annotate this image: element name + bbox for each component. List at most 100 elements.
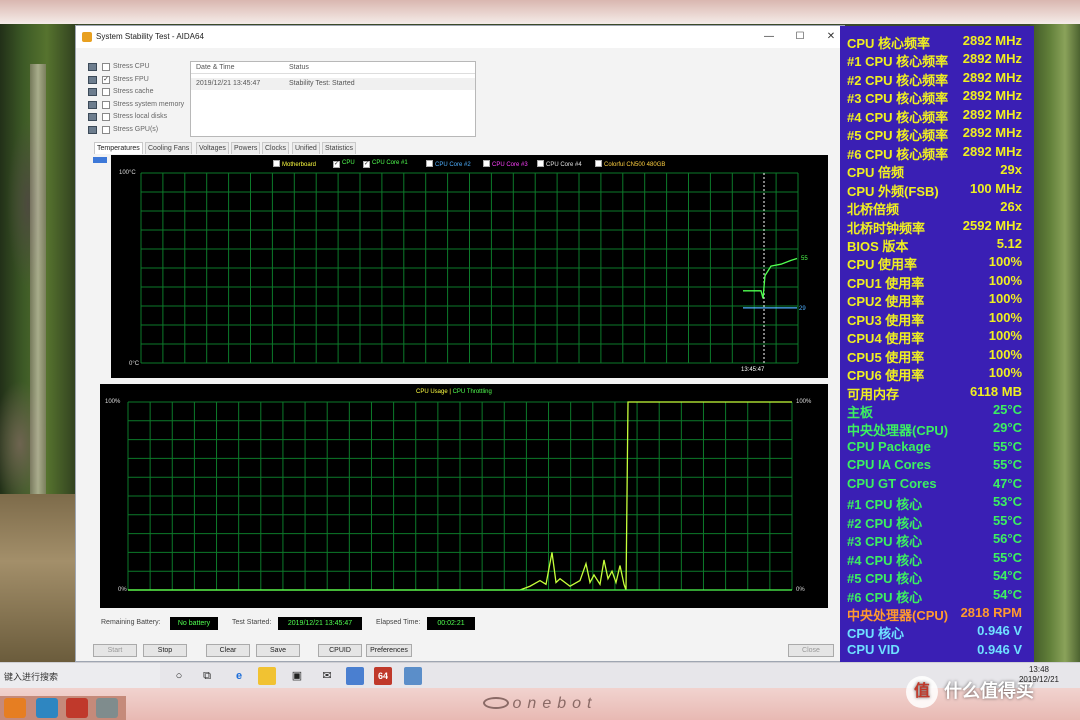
stress-checkbox[interactable] bbox=[102, 63, 110, 71]
tab-statistics[interactable]: Statistics bbox=[322, 142, 357, 154]
tab-unified[interactable]: Unified bbox=[292, 142, 320, 154]
stress-option-label: Stress GPU(s) bbox=[113, 125, 159, 133]
sensor-row: CPU 倍频 29x bbox=[840, 160, 1034, 180]
sensor-value: 0.946 V bbox=[977, 623, 1022, 639]
sensor-row: 中央处理器(CPU) 2818 RPM bbox=[840, 603, 1034, 623]
start-button[interactable]: Start bbox=[93, 644, 137, 657]
sensor-value: 29x bbox=[1000, 162, 1022, 178]
sensor-row: CPU 外频(FSB) 100 MHz bbox=[840, 179, 1034, 199]
clear-button[interactable]: Clear bbox=[206, 644, 250, 657]
close-window-button[interactable]: ✕ bbox=[821, 29, 841, 45]
sensor-row: #6 CPU 核心频率 2892 MHz bbox=[840, 142, 1034, 162]
sensor-row: CPU1 使用率 100% bbox=[840, 271, 1034, 291]
task-switch-icon[interactable]: ⧉ bbox=[198, 667, 216, 685]
usage-axis-max: 100% bbox=[105, 399, 121, 405]
task-view-icon[interactable]: ○ bbox=[170, 667, 188, 685]
stress-option[interactable]: Stress cache bbox=[88, 87, 192, 99]
aida64-taskbar-icon[interactable]: 64 bbox=[374, 667, 392, 685]
watermark-text: 什么值得买 bbox=[944, 680, 1034, 701]
sensor-row: 可用内存 6118 MB bbox=[840, 382, 1034, 402]
progress-indicator bbox=[93, 157, 107, 163]
title-bar[interactable]: System Stability Test - AIDA64 — ☐ ✕ bbox=[76, 26, 844, 48]
sensor-row: #1 CPU 核心频率 2892 MHz bbox=[840, 49, 1034, 69]
sensor-row: CPU 核心频率 2892 MHz bbox=[840, 31, 1034, 51]
sensor-row: CPU2 使用率 100% bbox=[840, 289, 1034, 309]
mail-icon[interactable]: ✉ bbox=[318, 667, 336, 685]
clock-time: 13:48 bbox=[1028, 665, 1050, 674]
stress-checkbox[interactable]: ✓ bbox=[102, 75, 110, 84]
sensor-row: 北桥倍频 26x bbox=[840, 197, 1034, 217]
save-button[interactable]: Save bbox=[256, 644, 300, 657]
sensor-value: 2892 MHz bbox=[962, 125, 1022, 141]
bezel-brand-text: onebot bbox=[512, 695, 598, 712]
status-table: Date & Time Status 2019/12/21 13:45:47 S… bbox=[190, 61, 476, 137]
tab-voltages[interactable]: Voltages bbox=[196, 142, 229, 154]
stress-option-label: Stress FPU bbox=[113, 75, 149, 83]
app-icon[interactable] bbox=[346, 667, 364, 685]
minimize-button[interactable]: — bbox=[759, 29, 779, 45]
sensor-value: 6118 MB bbox=[969, 383, 1022, 399]
sensor-value: 54°C bbox=[992, 568, 1022, 584]
usage-plot bbox=[127, 401, 793, 591]
stress-checkbox[interactable] bbox=[102, 113, 110, 121]
maximize-button[interactable]: ☐ bbox=[790, 29, 810, 45]
close-button[interactable]: Close bbox=[788, 644, 834, 657]
row-status: Stability Test: Started bbox=[289, 80, 355, 87]
usage-right-min: 0% bbox=[796, 587, 805, 593]
phone-app-strip bbox=[0, 696, 126, 720]
sensor-row: #4 CPU 核心频率 2892 MHz bbox=[840, 105, 1034, 125]
edge-browser-icon[interactable]: e bbox=[230, 667, 248, 685]
monitor-bezel-top bbox=[0, 0, 1080, 24]
sensor-value: 2892 MHz bbox=[962, 143, 1022, 159]
sensor-row: CPU GT Cores 47°C bbox=[840, 474, 1034, 492]
sensor-value: 25°C bbox=[992, 402, 1022, 417]
sensor-label: CPU VID bbox=[847, 641, 900, 657]
sensor-value: 2892 MHz bbox=[962, 33, 1022, 48]
sensor-label: CPU Package bbox=[847, 438, 931, 454]
sensor-row: CPU 使用率 100% bbox=[840, 252, 1034, 272]
elapsed-time-value: 00:02:21 bbox=[427, 617, 475, 630]
stop-button[interactable]: Stop bbox=[143, 644, 187, 657]
header-date-time: Date & Time bbox=[196, 64, 235, 71]
elapsed-time-label: Elapsed Time: bbox=[376, 619, 421, 626]
app-window-icon[interactable] bbox=[404, 667, 422, 685]
stress-option[interactable]: Stress system memory bbox=[88, 100, 192, 112]
stress-checkbox[interactable] bbox=[102, 88, 110, 96]
sensor-row: #5 CPU 核心频率 2892 MHz bbox=[840, 123, 1034, 143]
stability-test-window: System Stability Test - AIDA64 — ☐ ✕ Str… bbox=[75, 25, 845, 662]
sensor-value: 2592 MHz bbox=[962, 217, 1022, 233]
stress-checkbox[interactable] bbox=[102, 100, 110, 109]
window-title: System Stability Test - AIDA64 bbox=[96, 32, 204, 41]
sensor-value: 55°C bbox=[992, 457, 1022, 473]
device-icon bbox=[88, 100, 97, 109]
store-icon[interactable]: ▣ bbox=[288, 667, 306, 685]
stress-option-label: Stress local disks bbox=[113, 113, 168, 120]
preferences-button[interactable]: Preferences bbox=[366, 644, 412, 657]
sensor-value: 100% bbox=[988, 346, 1022, 362]
status-table-header: Date & Time Status bbox=[191, 62, 475, 74]
sensor-value: 2892 MHz bbox=[962, 69, 1022, 85]
stress-option[interactable]: Stress GPU(s) bbox=[88, 125, 192, 137]
tab-clocks[interactable]: Clocks bbox=[262, 142, 290, 154]
sensor-row: 北桥时钟频率 2592 MHz bbox=[840, 216, 1034, 236]
stress-checkbox[interactable] bbox=[102, 125, 110, 134]
cpuid-button[interactable]: CPUID bbox=[318, 644, 362, 657]
sensor-value: 100% bbox=[988, 309, 1022, 325]
stress-option[interactable]: Stress local disks bbox=[88, 112, 192, 124]
sensor-value: 100% bbox=[988, 291, 1022, 307]
sensor-row: #4 CPU 核心 55°C bbox=[840, 548, 1034, 568]
tab-temperatures[interactable]: Temperatures bbox=[94, 142, 143, 154]
sensor-value: 5.12 bbox=[996, 235, 1022, 251]
taskbar-search-box[interactable]: 键入进行搜索 bbox=[0, 663, 160, 689]
sensor-value: 53°C bbox=[992, 494, 1022, 510]
tab-cooling-fans[interactable]: Cooling Fans bbox=[145, 142, 193, 154]
sensor-row: 中央处理器(CPU) 29°C bbox=[840, 418, 1034, 438]
sensor-value: 26x bbox=[1000, 199, 1022, 215]
file-explorer-icon[interactable] bbox=[258, 667, 276, 685]
tab-powers[interactable]: Powers bbox=[231, 142, 261, 154]
app-icon bbox=[66, 698, 88, 718]
test-started-label: Test Started: bbox=[232, 619, 272, 626]
table-row[interactable]: 2019/12/21 13:45:47 Stability Test: Star… bbox=[191, 78, 475, 90]
stress-option[interactable]: Stress CPU bbox=[88, 62, 192, 74]
stress-option[interactable]: ✓ Stress FPU bbox=[88, 75, 192, 87]
